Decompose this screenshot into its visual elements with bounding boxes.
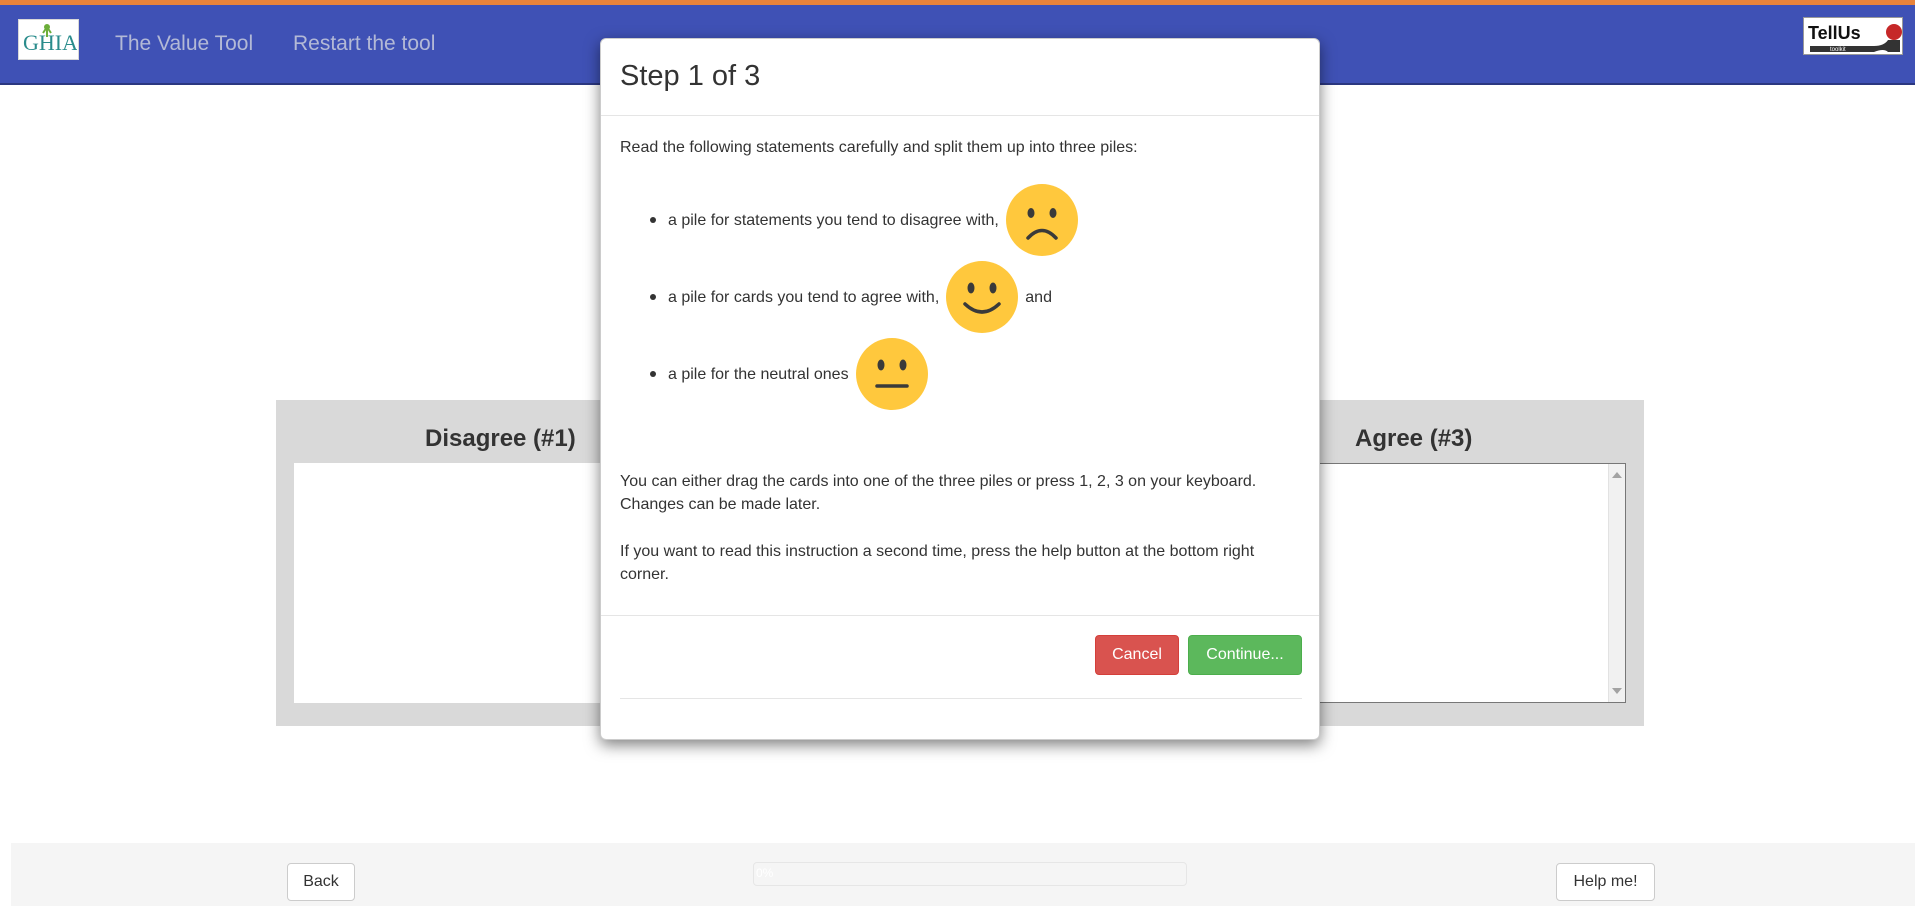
cancel-button[interactable]: Cancel	[1095, 635, 1179, 675]
scroll-up-arrow-icon[interactable]	[1612, 472, 1622, 478]
modal-header: Step 1 of 3	[601, 39, 1319, 116]
tellus-logo[interactable]: TellUs toolkit	[1803, 17, 1903, 55]
bullet-dot	[650, 217, 656, 223]
agree-pile-scrollbar[interactable]	[1608, 464, 1625, 702]
bullet-disagree: a pile for statements you tend to disagr…	[650, 184, 1085, 256]
modal-footer: Cancel Continue...	[601, 615, 1319, 699]
modal-title: Step 1 of 3	[620, 60, 761, 92]
modal-intro-text: Read the following statements carefully …	[620, 139, 1138, 156]
modal-footer-divider	[620, 698, 1302, 699]
bullet-neutral: a pile for the neutral ones	[650, 338, 935, 410]
ghia-logo[interactable]: GHIA	[18, 19, 79, 60]
bullet-dot	[650, 294, 656, 300]
progress-bar: 0%	[753, 862, 1187, 886]
svg-text:GHIA: GHIA	[23, 30, 77, 55]
progress-label: 0%	[756, 866, 774, 880]
ghia-logo-icon: GHIA	[23, 23, 77, 55]
disagree-pile-dropzone[interactable]	[294, 463, 624, 703]
tellus-logo-icon: TellUs toolkit	[1808, 23, 1902, 53]
bullet-neutral-text: a pile for the neutral ones	[668, 365, 849, 383]
agree-pile-title: Agree (#3)	[1355, 425, 1473, 452]
help-button[interactable]: Help me!	[1556, 863, 1655, 901]
back-button[interactable]: Back	[287, 863, 355, 901]
neutral-face-icon	[855, 338, 928, 410]
svg-text:TellUs: TellUs	[1808, 23, 1861, 43]
bullet-disagree-text: a pile for statements you tend to disagr…	[668, 211, 999, 229]
bullet-agree-suffix: and	[1025, 288, 1052, 306]
bullet-dot	[650, 371, 656, 377]
drag-instruction-text: You can either drag the cards into one o…	[620, 473, 1257, 513]
continue-button[interactable]: Continue...	[1188, 635, 1302, 675]
instruction-modal: Step 1 of 3 Read the following statement…	[600, 38, 1320, 740]
scroll-down-arrow-icon[interactable]	[1612, 688, 1622, 694]
agree-pile-dropzone[interactable]	[1316, 463, 1626, 703]
bullet-agree-text: a pile for cards you tend to agree with,	[668, 288, 940, 306]
nav-link-value-tool[interactable]: The Value Tool	[115, 32, 253, 56]
happy-face-icon	[946, 261, 1019, 333]
help-instruction-text: If you want to read this instruction a s…	[620, 543, 1255, 583]
sad-face-icon	[1005, 184, 1078, 256]
svg-text:toolkit: toolkit	[1830, 47, 1846, 53]
disagree-pile-title: Disagree (#1)	[425, 425, 576, 452]
nav-link-restart-tool[interactable]: Restart the tool	[293, 32, 435, 56]
bullet-agree: a pile for cards you tend to agree with,…	[650, 261, 1052, 333]
